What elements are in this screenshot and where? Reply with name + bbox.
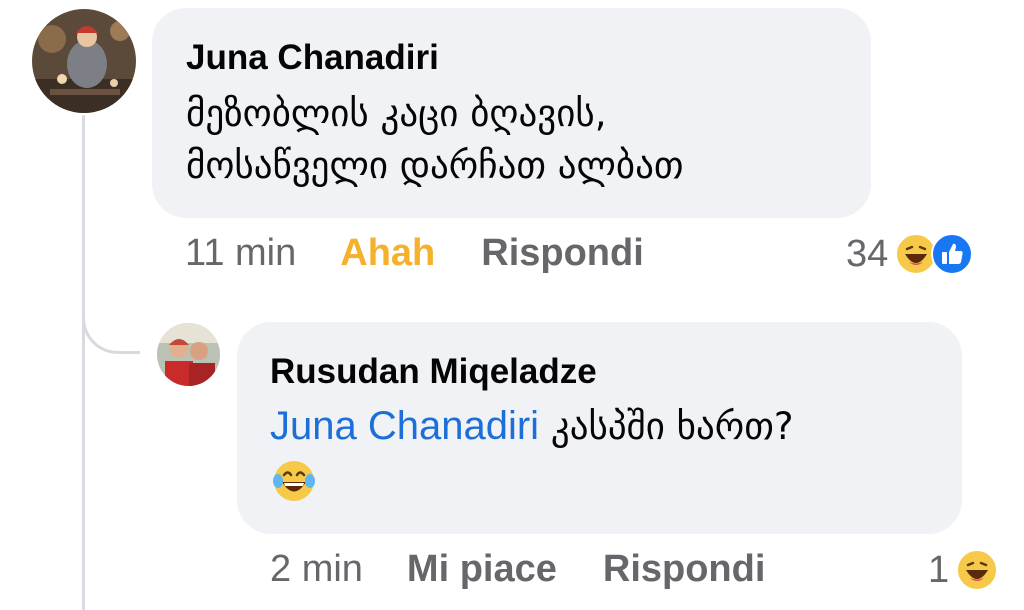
comment-thread: Juna Chanadiri მეზობლის კაცი ბღავის, მოს…	[0, 0, 1024, 610]
comment-time[interactable]: 11 min	[185, 232, 296, 275]
like-button[interactable]: Mi piace	[407, 548, 557, 591]
comment-time[interactable]: 2 min	[270, 548, 363, 591]
comment-author[interactable]: Juna Chanadiri	[186, 36, 837, 80]
avatar[interactable]	[32, 9, 136, 113]
like-icon	[930, 232, 974, 276]
haha-icon	[955, 548, 999, 592]
reaction-button[interactable]: Ahah	[340, 232, 435, 275]
comment-author[interactable]: Rusudan Miqeladze	[270, 350, 929, 394]
mention-link[interactable]: Juna Chanadiri	[270, 404, 539, 448]
reply-connector	[82, 292, 140, 354]
comment-text: მეზობლის კაცი ბღავის, მოსაწველი დარჩათ ა…	[186, 88, 837, 192]
reply-button[interactable]: Rispondi	[603, 548, 766, 591]
comment-text-line	[270, 453, 929, 505]
reaction-count: 1	[928, 548, 950, 591]
comment-actions: 2 min Mi piace Rispondi	[270, 548, 765, 591]
thread-connector	[82, 115, 85, 610]
comment-text-line: Juna Chanadiri კასპში ხართ?	[270, 400, 929, 453]
comment-text-line: მეზობლის კაცი ბღავის,	[186, 92, 607, 135]
comment-actions: 11 min Ahah Rispondi	[185, 232, 644, 275]
comment-text: Juna Chanadiri კასპში ხართ?	[270, 400, 929, 505]
reply-button[interactable]: Rispondi	[481, 232, 644, 275]
comment-text-content: კასპში ხართ?	[550, 405, 794, 448]
reaction-summary[interactable]: 34	[846, 232, 974, 276]
comment-bubble: Rusudan Miqeladze Juna Chanadiri კასპში …	[237, 322, 962, 534]
comment-bubble: Juna Chanadiri მეზობლის კაცი ბღავის, მოს…	[152, 8, 871, 218]
reaction-count: 34	[846, 232, 889, 275]
comment-text-line: მოსაწველი დარჩათ ალბათ	[186, 144, 684, 187]
laughing-tears-emoji	[270, 457, 318, 505]
reaction-summary[interactable]: 1	[928, 548, 999, 592]
avatar[interactable]	[157, 323, 220, 386]
